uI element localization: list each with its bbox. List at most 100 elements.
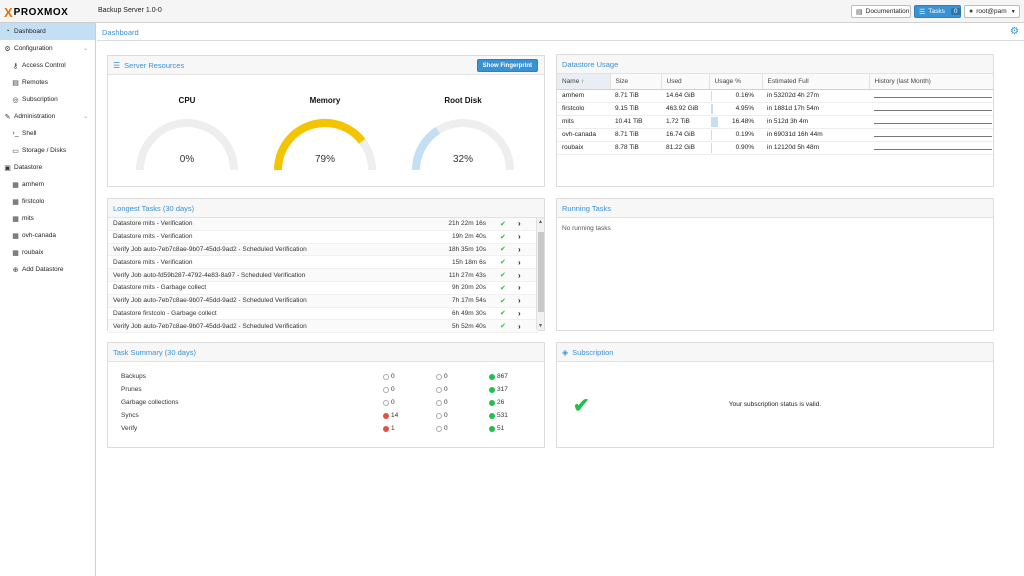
sidebar-item-datastore[interactable]: ▣ Datastore	[0, 159, 95, 176]
column-header-usage[interactable]: Usage %	[709, 74, 763, 90]
user-icon: ●	[969, 8, 974, 15]
warning-count[interactable]: 0	[436, 425, 448, 432]
show-fingerprint-button[interactable]: Show Fingerprint	[476, 59, 538, 72]
sidebar-item-dashboard[interactable]: ◔ Dashboard	[0, 23, 95, 40]
history-sparkline	[874, 149, 992, 150]
error-count[interactable]: 14	[383, 412, 398, 419]
sidebar-item-mits[interactable]: ▦ mits	[0, 210, 95, 227]
gear-icon[interactable]: ⚙	[1010, 26, 1019, 37]
warning-count[interactable]: 0	[436, 412, 448, 419]
check-circle-icon: ✔	[500, 310, 506, 318]
cell-name: mits	[557, 115, 610, 129]
chevron-down-icon[interactable]: ⌄	[83, 113, 88, 120]
documentation-button[interactable]: ▤ Documentation	[851, 5, 911, 18]
panel-header: Datastore Usage	[557, 55, 993, 74]
error-count[interactable]: 1	[383, 425, 395, 432]
list-item[interactable]: Verify Job auto-7eb7c8ae-9b07-45dd-9ad2 …	[108, 320, 538, 334]
memory-gauge: Memory 79%	[270, 96, 380, 176]
check-circle-icon: ✔	[500, 272, 506, 280]
cell-size: 8.71 TiB	[610, 128, 661, 142]
chevron-right-icon[interactable]: ›	[518, 232, 521, 241]
ok-count[interactable]: 317	[489, 386, 508, 393]
terminal-icon: ›_	[12, 130, 19, 137]
sidebar-item-label: Administration	[14, 113, 56, 120]
status-icon	[436, 386, 442, 393]
sidebar-item-shell[interactable]: ›_ Shell	[0, 125, 95, 142]
column-header-history[interactable]: History (last Month)	[869, 74, 993, 90]
database-icon: ▦	[12, 198, 19, 206]
cell-history	[869, 115, 993, 129]
warning-count[interactable]: 0	[436, 399, 448, 406]
list-item[interactable]: Verify Job auto-7eb7c8ae-9b07-45dd-9ad2 …	[108, 294, 538, 308]
list-item[interactable]: Datastore mits - Verification 21h 22m 16…	[108, 218, 538, 231]
gauge-title: Root Disk	[444, 96, 482, 105]
sidebar-item-ovh-canada[interactable]: ▦ ovh-canada	[0, 227, 95, 244]
panel-title: Longest Tasks (30 days)	[113, 203, 195, 213]
status-icon	[489, 412, 495, 419]
table-row[interactable]: arnhem 8.71 TiB 14.64 GiB 0.16% in 53202…	[557, 89, 993, 103]
chevron-right-icon[interactable]: ›	[518, 309, 521, 318]
list-item[interactable]: Verify Job auto-7eb7c8ae-9b07-45dd-9ad2 …	[108, 243, 538, 257]
table-row[interactable]: firstcolo 9.15 TiB 463.92 GiB 4.95% in 1…	[557, 102, 993, 116]
scroll-up-icon[interactable]: ▲	[538, 219, 543, 225]
sidebar-item-roubaix[interactable]: ▦ roubaix	[0, 244, 95, 261]
table-row[interactable]: ovh-canada 8.71 TiB 16.74 GiB 0.19% in 6…	[557, 128, 993, 142]
warning-count[interactable]: 0	[436, 386, 448, 393]
sidebar-item-label: Shell	[22, 130, 37, 137]
cell-history	[869, 89, 993, 103]
scrollbar-thumb[interactable]	[538, 232, 544, 312]
gauge-value: 79%	[314, 154, 335, 165]
sidebar-item-arnhem[interactable]: ▦ arnhem	[0, 176, 95, 193]
error-count[interactable]: 0	[383, 373, 395, 380]
chevron-right-icon[interactable]: ›	[518, 245, 521, 254]
sidebar-item-configuration[interactable]: ⚙ Configuration ⌄	[0, 40, 95, 57]
check-circle-icon: ✔	[500, 220, 506, 228]
table-row[interactable]: mits 10.41 TiB 1.72 TiB 16.48% in 512d 3…	[557, 115, 993, 129]
chevron-right-icon[interactable]: ›	[518, 296, 521, 305]
sidebar-item-administration[interactable]: ✎ Administration ⌄	[0, 108, 95, 125]
sidebar-item-subscription[interactable]: ◎ Subscription	[0, 91, 95, 108]
sidebar-item-add-datastore[interactable]: ⊕ Add Datastore	[0, 261, 95, 278]
sidebar-item-label: roubaix	[22, 249, 44, 256]
scroll-down-icon[interactable]: ▼	[538, 323, 543, 329]
proxmox-logo[interactable]: X PROXMOX	[4, 5, 68, 20]
column-header-size[interactable]: Size	[610, 74, 662, 90]
error-count[interactable]: 0	[383, 399, 395, 406]
chevron-down-icon[interactable]: ⌄	[83, 45, 88, 52]
database-icon: ▦	[12, 181, 19, 189]
list-item[interactable]: Datastore firstcolo - Garbage collect 6h…	[108, 308, 538, 321]
list-item[interactable]: Verify Job auto-fd59b287-4792-4e83-8a97 …	[108, 269, 538, 282]
sidebar-item-storage-disks[interactable]: ▭ Storage / Disks	[0, 142, 95, 159]
error-value: 14	[391, 412, 399, 419]
chevron-right-icon[interactable]: ›	[518, 271, 521, 280]
status-icon	[383, 386, 389, 393]
column-header-name[interactable]: Name ↑	[557, 74, 611, 90]
table-row[interactable]: roubaix 8.78 TiB 81.22 GiB 0.90% in 1212…	[557, 141, 993, 155]
column-header-estimated-full[interactable]: Estimated Full	[762, 74, 870, 90]
cell-usage: 0.19%	[709, 128, 762, 142]
sidebar-item-remotes[interactable]: ▤ Remotes	[0, 74, 95, 91]
tasks-button[interactable]: ☰ Tasks 0	[914, 5, 961, 18]
sidebar-item-firstcolo[interactable]: ▦ firstcolo	[0, 193, 95, 210]
chevron-right-icon[interactable]: ›	[518, 258, 521, 267]
warning-count[interactable]: 0	[436, 373, 448, 380]
chevron-right-icon[interactable]: ›	[518, 322, 521, 331]
error-count[interactable]: 0	[383, 386, 395, 393]
ok-count[interactable]: 867	[489, 373, 508, 380]
vertical-scrollbar[interactable]: ▲ ▼	[536, 218, 544, 330]
column-header-used[interactable]: Used	[661, 74, 710, 90]
user-menu-button[interactable]: ● root@pam ▼	[964, 5, 1020, 18]
ok-count[interactable]: 531	[489, 412, 508, 419]
gauge-value: 32%	[452, 154, 473, 165]
sidebar-item-access-control[interactable]: ⚷ Access Control	[0, 57, 95, 74]
ok-count[interactable]: 26	[489, 399, 504, 406]
list-item[interactable]: Datastore mits - Verification 19h 2m 40s…	[108, 231, 538, 244]
chevron-right-icon[interactable]: ›	[518, 219, 521, 228]
chevron-right-icon[interactable]: ›	[518, 283, 521, 292]
summary-label: Garbage collections	[121, 399, 179, 406]
list-item[interactable]: Datastore mits - Verification 15h 18m 6s…	[108, 256, 538, 270]
warning-value: 0	[444, 373, 448, 380]
ok-count[interactable]: 51	[489, 425, 504, 432]
list-item[interactable]: Datastore mits - Garbage collect 9h 20m …	[108, 282, 538, 295]
sidebar-nav: ◔ Dashboard ⚙ Configuration ⌄ ⚷ Access C…	[0, 23, 96, 576]
